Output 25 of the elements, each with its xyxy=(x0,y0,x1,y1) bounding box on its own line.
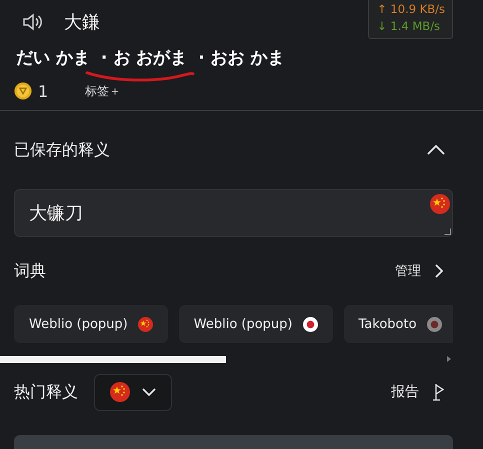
chevron-down-icon xyxy=(142,388,156,396)
reading[interactable]: · おお かま xyxy=(198,48,285,68)
scroll-arrow-icon[interactable] xyxy=(447,356,451,362)
add-tag-button[interactable]: 标签＋ xyxy=(85,82,122,100)
section-title: 已保存的释义 xyxy=(14,140,110,160)
collapse-chevron-icon[interactable] xyxy=(427,145,445,155)
section-title: 热门释义 xyxy=(14,382,78,402)
reading[interactable]: · お おがま xyxy=(100,48,188,68)
dictionary-chip[interactable]: Weblio (popup) xyxy=(178,305,332,343)
coin-icon xyxy=(14,82,32,100)
download-speed: ↓ 1.4 MB/s xyxy=(377,18,442,35)
definition-field[interactable]: 大镰刀 xyxy=(14,189,453,237)
section-title: 词典 xyxy=(14,260,46,282)
language-select[interactable] xyxy=(94,374,172,410)
report-button[interactable]: 报告 xyxy=(391,383,445,401)
reading[interactable]: だい かま xyxy=(16,48,90,68)
scrollbar-thumb[interactable] xyxy=(0,356,226,362)
headword: 大鎌 xyxy=(64,11,100,34)
flag-icon xyxy=(433,383,445,401)
dictionary-chip[interactable]: Weblio (popup) xyxy=(14,305,168,343)
manage-button[interactable]: 管理 xyxy=(395,262,443,280)
dictionary-chip[interactable]: Takoboto xyxy=(344,305,453,343)
chevron-right-icon xyxy=(435,264,443,278)
coin-count: 1 xyxy=(38,82,48,100)
upload-speed: ↑ 10.9 KB/s xyxy=(377,1,445,18)
